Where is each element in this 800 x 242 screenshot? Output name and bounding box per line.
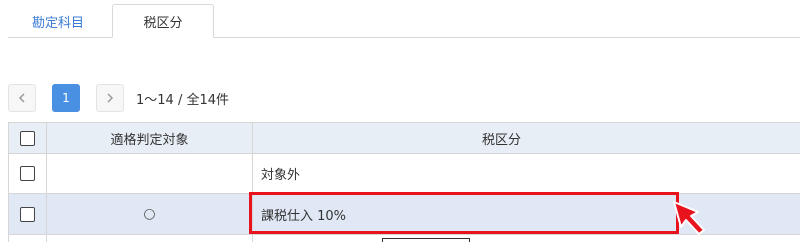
tab-accounts[interactable]: 勘定科目 <box>16 4 100 38</box>
pagination-range: 1～14 / 全14件 <box>136 92 229 108</box>
next-page-button[interactable] <box>96 84 124 112</box>
page-number-current[interactable]: 1 <box>52 84 80 112</box>
column-header-tax-category[interactable]: 税区分 <box>253 123 800 153</box>
row-checkbox-cell <box>9 154 47 193</box>
row-checkbox[interactable] <box>20 206 35 222</box>
tab-tax-category[interactable]: 税区分 <box>112 4 214 38</box>
qualified-target-cell: ○ <box>47 194 253 234</box>
tax-category-cell[interactable]: 課税仕入 10% <box>253 194 800 234</box>
prev-page-button[interactable] <box>8 84 36 112</box>
chevron-left-icon <box>18 93 25 103</box>
tab-bar: 勘定科目 税区分 <box>0 0 800 38</box>
select-all-checkbox[interactable] <box>20 130 35 146</box>
bottom-control <box>382 238 470 242</box>
pagination: 1 1～14 / 全14件 <box>8 84 229 112</box>
page: 勘定科目 税区分 1 1～14 / 全14件 適格判定対象 税区分 対象外 ○ … <box>0 0 800 242</box>
qualified-target-cell <box>47 154 253 193</box>
tax-category-table: 適格判定対象 税区分 対象外 ○ 課税仕入 10% <box>8 122 800 242</box>
header-checkbox-cell <box>9 123 47 153</box>
tax-category-cell[interactable]: 対象外 <box>253 154 800 193</box>
qualified-mark: ○ <box>143 206 156 222</box>
qualified-target-cell <box>47 235 253 242</box>
table-row[interactable]: ○ 課税仕入 10% <box>9 194 800 235</box>
table-header: 適格判定対象 税区分 <box>9 123 800 154</box>
tax-category-cell <box>253 235 800 242</box>
row-checkbox-cell <box>9 194 47 234</box>
row-checkbox-cell <box>9 235 47 242</box>
column-header-qualified-target[interactable]: 適格判定対象 <box>47 123 253 153</box>
row-checkbox[interactable] <box>20 166 35 181</box>
table-row[interactable]: 対象外 <box>9 154 800 194</box>
chevron-right-icon <box>107 93 114 103</box>
